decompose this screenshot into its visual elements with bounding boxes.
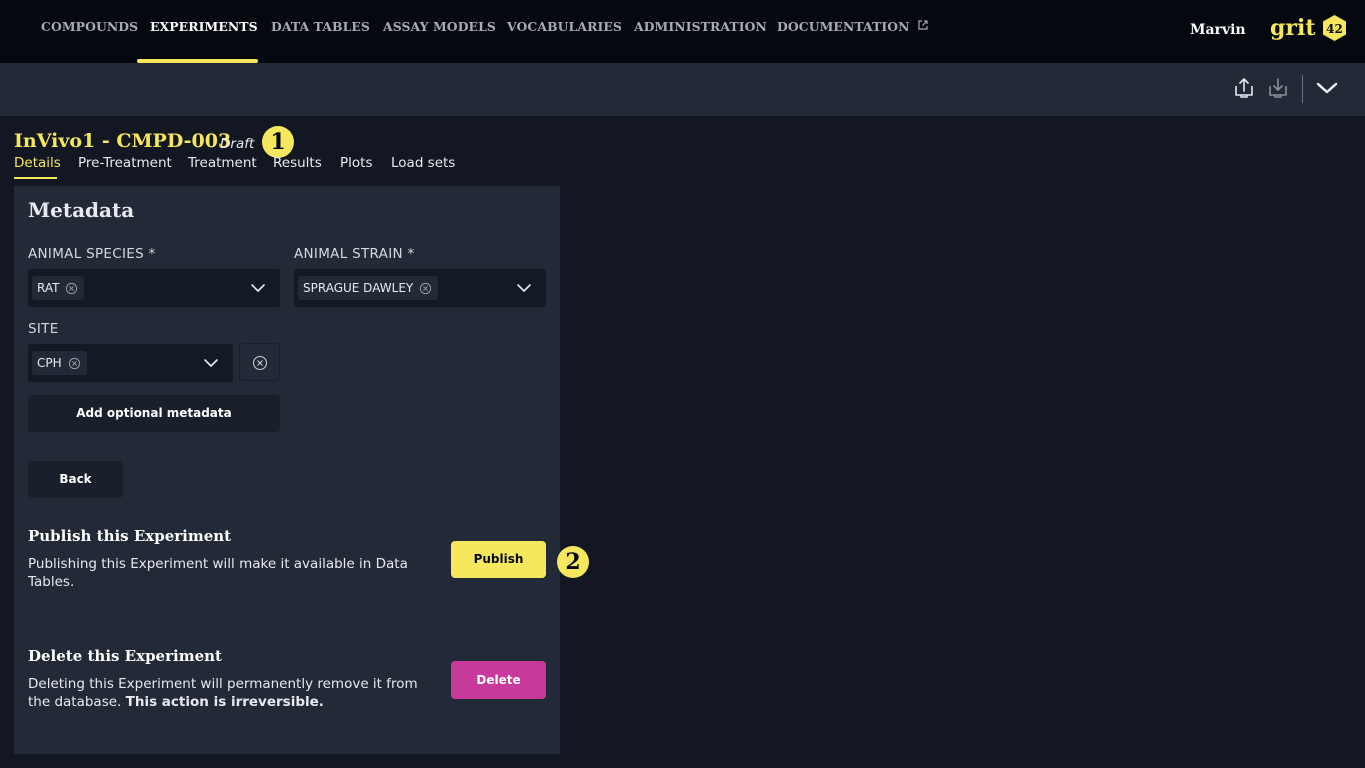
delete-heading: Delete this Experiment <box>28 647 222 665</box>
publish-description: Publishing this Experiment will make it … <box>28 556 408 590</box>
animal-strain-chip: SPRAGUE DAWLEY <box>298 276 439 300</box>
download-icon[interactable] <box>1266 76 1290 100</box>
nav-item-administration[interactable]: ADMINISTRATION <box>634 0 767 63</box>
status-badge: Draft <box>220 136 255 152</box>
upload-icon[interactable] <box>1232 76 1256 100</box>
animal-species-label: ANIMAL SPECIES * <box>28 246 156 262</box>
chevron-down-icon[interactable] <box>250 280 266 296</box>
site-value: CPH <box>37 356 62 370</box>
animal-species-select[interactable]: RAT <box>28 269 280 307</box>
tab-treatment[interactable]: Treatment <box>188 155 257 171</box>
add-optional-metadata-button[interactable]: Add optional metadata <box>28 395 280 432</box>
nav-item-data-tables[interactable]: DATA TABLES <box>271 0 370 63</box>
page-title: InVivo1 - CMPD-003 <box>14 130 232 152</box>
toolbar <box>0 63 1365 116</box>
nav-item-experiments[interactable]: EXPERIMENTS <box>150 0 258 63</box>
site-chip: CPH <box>32 351 87 375</box>
metadata-heading: Metadata <box>28 198 135 222</box>
external-link-icon <box>918 20 928 30</box>
chevron-down-icon[interactable] <box>1315 76 1339 100</box>
logo-text: grit <box>1270 15 1316 41</box>
chevron-down-icon[interactable] <box>516 280 532 296</box>
remove-chip-icon[interactable] <box>419 282 432 295</box>
animal-species-value: RAT <box>37 281 60 295</box>
nav-item-vocabularies[interactable]: VOCABULARIES <box>507 0 622 63</box>
remove-site-field-button[interactable] <box>239 343 280 381</box>
remove-chip-icon[interactable] <box>65 282 78 295</box>
user-name[interactable]: Marvin <box>1190 22 1246 38</box>
chevron-down-icon[interactable] <box>203 355 219 371</box>
nav-item-assay-models[interactable]: ASSAY MODELS <box>383 0 496 63</box>
remove-chip-icon[interactable] <box>68 357 81 370</box>
nav-item-compounds[interactable]: COMPOUNDS <box>41 0 138 63</box>
svg-text:42: 42 <box>1326 22 1343 36</box>
animal-strain-value: SPRAGUE DAWLEY <box>303 281 414 295</box>
animal-species-chip: RAT <box>32 276 85 300</box>
site-label: SITE <box>28 321 59 337</box>
tab-results[interactable]: Results <box>273 155 322 171</box>
tab-load-sets[interactable]: Load sets <box>391 155 455 171</box>
top-navbar: COMPOUNDS EXPERIMENTS DATA TABLES ASSAY … <box>0 0 1365 63</box>
remove-circle-icon <box>252 355 268 371</box>
toolbar-separator <box>1302 75 1303 103</box>
nav-item-documentation[interactable]: DOCUMENTATION <box>777 0 928 63</box>
publish-heading: Publish this Experiment <box>28 527 232 545</box>
site-select[interactable]: CPH <box>28 344 233 382</box>
back-button[interactable]: Back <box>28 461 123 498</box>
tab-pre-treatment[interactable]: Pre-Treatment <box>78 155 172 171</box>
annotation-marker-2: 2 <box>557 546 589 578</box>
animal-strain-label: ANIMAL STRAIN * <box>294 246 415 262</box>
tab-plots[interactable]: Plots <box>340 155 372 171</box>
nav-item-documentation-label: DOCUMENTATION <box>777 19 910 34</box>
annotation-marker-1: 1 <box>262 126 294 158</box>
delete-warning: This action is irreversible. <box>125 694 324 710</box>
publish-button[interactable]: Publish <box>451 541 546 578</box>
logo-hexagon-badge: 42 <box>1322 15 1346 41</box>
tab-details[interactable]: Details <box>14 155 61 171</box>
tab-active-indicator <box>14 177 57 179</box>
animal-strain-select[interactable]: SPRAGUE DAWLEY <box>294 269 546 307</box>
delete-description: Deleting this Experiment will permanentl… <box>28 675 428 711</box>
app-logo[interactable]: grit 42 <box>1270 14 1347 44</box>
delete-button[interactable]: Delete <box>451 661 546 699</box>
